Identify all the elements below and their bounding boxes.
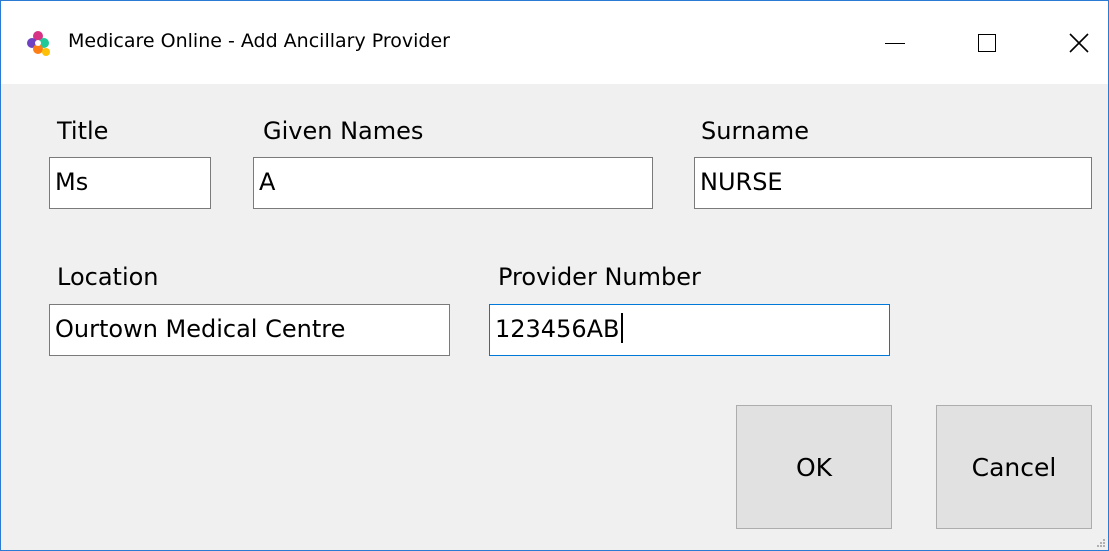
title-field-value: Ms	[55, 168, 89, 196]
cancel-button[interactable]: Cancel	[936, 405, 1092, 529]
given-names-field[interactable]: A	[253, 157, 653, 209]
provider-number-field[interactable]: 123456AB	[489, 304, 890, 356]
title-bar[interactable]: Medicare Online - Add Ancillary Provider	[1, 1, 1108, 84]
resize-grip-icon[interactable]	[1096, 538, 1106, 548]
dialog-window: Medicare Online - Add Ancillary Provider…	[0, 0, 1109, 551]
maximize-button[interactable]	[941, 1, 1033, 84]
surname-label: Surname	[701, 117, 809, 145]
location-field[interactable]: Ourtown Medical Centre	[49, 304, 450, 356]
minimize-button[interactable]	[849, 1, 941, 84]
provider-number-label: Provider Number	[498, 263, 701, 291]
location-field-value: Ourtown Medical Centre	[55, 315, 346, 343]
surname-field[interactable]: NURSE	[694, 157, 1092, 209]
text-caret	[620, 313, 623, 343]
given-names-label: Given Names	[263, 117, 424, 145]
title-label: Title	[57, 117, 109, 145]
ok-button[interactable]: OK	[736, 405, 892, 529]
surname-field-value: NURSE	[700, 168, 783, 196]
medicare-app-icon	[27, 31, 50, 56]
close-icon	[1069, 32, 1089, 53]
window-title: Medicare Online - Add Ancillary Provider	[68, 30, 450, 52]
title-field[interactable]: Ms	[49, 157, 211, 209]
location-label: Location	[57, 263, 159, 291]
provider-number-field-value: 123456AB	[495, 315, 620, 343]
close-button[interactable]	[1033, 1, 1108, 84]
given-names-field-value: A	[259, 168, 276, 196]
minimize-icon	[885, 43, 905, 44]
maximize-icon	[978, 33, 996, 52]
